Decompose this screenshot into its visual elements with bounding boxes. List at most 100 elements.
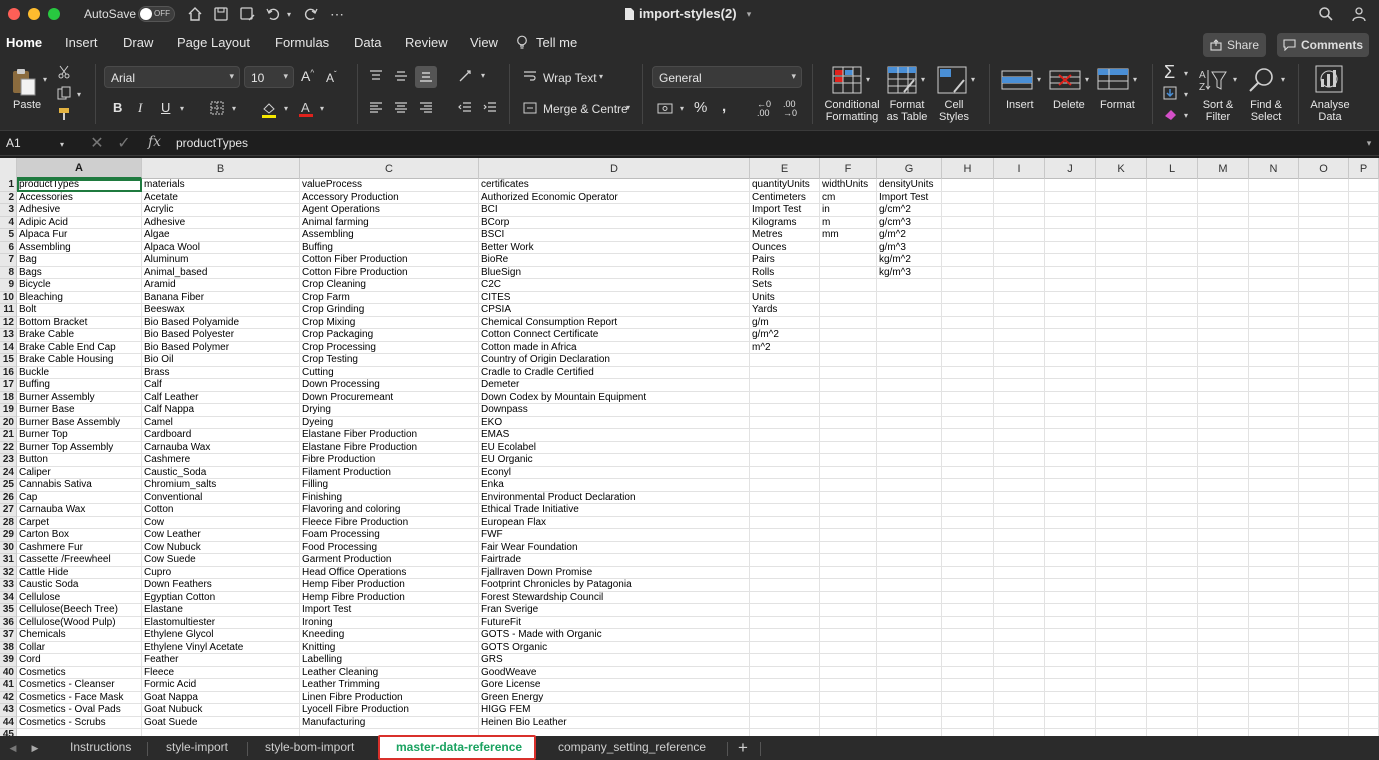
cell-g32[interactable]	[877, 566, 942, 579]
cell-g40[interactable]	[877, 666, 942, 679]
cell-o9[interactable]	[1299, 279, 1349, 292]
cell-i30[interactable]	[994, 541, 1045, 554]
cell-m41[interactable]	[1198, 679, 1249, 692]
cell-m23[interactable]	[1198, 454, 1249, 467]
cell-a18[interactable]: Burner Assembly	[17, 391, 142, 404]
row-header[interactable]: 26	[0, 491, 17, 504]
cell-i12[interactable]	[994, 316, 1045, 329]
cell-f18[interactable]	[820, 391, 877, 404]
cell-g5[interactable]: g/m^2	[877, 229, 942, 242]
cell-d5[interactable]: BSCI	[479, 229, 750, 242]
wrap-text-dropdown-icon[interactable]: ▾	[597, 71, 605, 81]
row-header[interactable]: 31	[0, 554, 17, 567]
cell-a21[interactable]: Burner Top	[17, 429, 142, 442]
row-header[interactable]: 34	[0, 591, 17, 604]
cell-g8[interactable]: kg/m^3	[877, 266, 942, 279]
cell-e11[interactable]: Yards	[750, 304, 820, 317]
cell-l40[interactable]	[1147, 666, 1198, 679]
column-header-b[interactable]: B	[142, 158, 300, 179]
account-icon[interactable]	[1350, 5, 1368, 23]
cell-f31[interactable]	[820, 554, 877, 567]
cell-p26[interactable]	[1349, 491, 1379, 504]
cell-n35[interactable]	[1249, 604, 1299, 617]
cell-l34[interactable]	[1147, 591, 1198, 604]
cell-h28[interactable]	[942, 516, 994, 529]
cell-f6[interactable]	[820, 241, 877, 254]
cell-g45[interactable]	[877, 729, 942, 736]
cell-m37[interactable]	[1198, 629, 1249, 642]
cell-n32[interactable]	[1249, 566, 1299, 579]
cell-c37[interactable]: Kneeding	[300, 629, 479, 642]
cell-b36[interactable]: Elastomultiester	[142, 616, 300, 629]
cell-h3[interactable]	[942, 204, 994, 217]
cell-e1[interactable]: quantityUnits	[750, 179, 820, 192]
cell-i37[interactable]	[994, 629, 1045, 642]
comma-style-icon[interactable]: ,	[722, 98, 726, 115]
cell-n25[interactable]	[1249, 479, 1299, 492]
cell-b25[interactable]: Chromium_salts	[142, 479, 300, 492]
cell-k13[interactable]	[1096, 329, 1147, 342]
cell-i18[interactable]	[994, 391, 1045, 404]
cell-m24[interactable]	[1198, 466, 1249, 479]
cell-i5[interactable]	[994, 229, 1045, 242]
cell-m18[interactable]	[1198, 391, 1249, 404]
cell-n29[interactable]	[1249, 529, 1299, 542]
cell-a7[interactable]: Bag	[17, 254, 142, 267]
cell-i19[interactable]	[994, 404, 1045, 417]
cell-c34[interactable]: Hemp Fibre Production	[300, 591, 479, 604]
insert-cells-icon[interactable]	[1000, 66, 1034, 94]
align-top-icon[interactable]	[368, 68, 384, 84]
cell-c3[interactable]: Agent Operations	[300, 204, 479, 217]
cell-k19[interactable]	[1096, 404, 1147, 417]
cell-k22[interactable]	[1096, 441, 1147, 454]
cell-n40[interactable]	[1249, 666, 1299, 679]
copy-dropdown-icon[interactable]: ▾	[75, 89, 83, 99]
cell-o4[interactable]	[1299, 216, 1349, 229]
sort-filter-dropdown-icon[interactable]: ▾	[1231, 74, 1239, 84]
cell-n3[interactable]	[1249, 204, 1299, 217]
cell-g26[interactable]	[877, 491, 942, 504]
cell-c13[interactable]: Crop Packaging	[300, 329, 479, 342]
cell-m36[interactable]	[1198, 616, 1249, 629]
tell-me-search[interactable]: Tell me	[536, 35, 577, 50]
cell-g44[interactable]	[877, 716, 942, 729]
cell-j29[interactable]	[1045, 529, 1096, 542]
cell-f34[interactable]	[820, 591, 877, 604]
cell-p11[interactable]	[1349, 304, 1379, 317]
decrease-decimal-icon[interactable]: .00 →0	[783, 100, 797, 118]
cell-d44[interactable]: Heinen Bio Leather	[479, 716, 750, 729]
cell-i36[interactable]	[994, 616, 1045, 629]
align-middle-icon[interactable]	[393, 68, 409, 84]
cell-o26[interactable]	[1299, 491, 1349, 504]
cell-i44[interactable]	[994, 716, 1045, 729]
cell-m44[interactable]	[1198, 716, 1249, 729]
cell-i42[interactable]	[994, 691, 1045, 704]
cell-d19[interactable]: Downpass	[479, 404, 750, 417]
cell-b38[interactable]: Ethylene Vinyl Acetate	[142, 641, 300, 654]
cell-a8[interactable]: Bags	[17, 266, 142, 279]
cell-h17[interactable]	[942, 379, 994, 392]
find-select-icon[interactable]	[1247, 66, 1277, 94]
cell-f35[interactable]	[820, 604, 877, 617]
cell-j8[interactable]	[1045, 266, 1096, 279]
column-header-i[interactable]: I	[994, 158, 1045, 179]
cell-f19[interactable]	[820, 404, 877, 417]
cell-c27[interactable]: Flavoring and coloring	[300, 504, 479, 517]
cell-i23[interactable]	[994, 454, 1045, 467]
cell-d42[interactable]: Green Energy	[479, 691, 750, 704]
cell-f44[interactable]	[820, 716, 877, 729]
row-header[interactable]: 5	[0, 229, 17, 242]
cell-m1[interactable]	[1198, 179, 1249, 192]
cell-p40[interactable]	[1349, 666, 1379, 679]
cell-d29[interactable]: FWF	[479, 529, 750, 542]
cell-a12[interactable]: Bottom Bracket	[17, 316, 142, 329]
cell-k6[interactable]	[1096, 241, 1147, 254]
cell-i25[interactable]	[994, 479, 1045, 492]
share-button[interactable]: Share	[1203, 33, 1266, 57]
clear-dropdown-icon[interactable]: ▾	[1182, 110, 1190, 120]
cell-m31[interactable]	[1198, 554, 1249, 567]
cell-p6[interactable]	[1349, 241, 1379, 254]
format-cells-icon[interactable]	[1096, 66, 1130, 94]
cell-p12[interactable]	[1349, 316, 1379, 329]
number-format-select[interactable]: General ▾	[652, 66, 802, 88]
